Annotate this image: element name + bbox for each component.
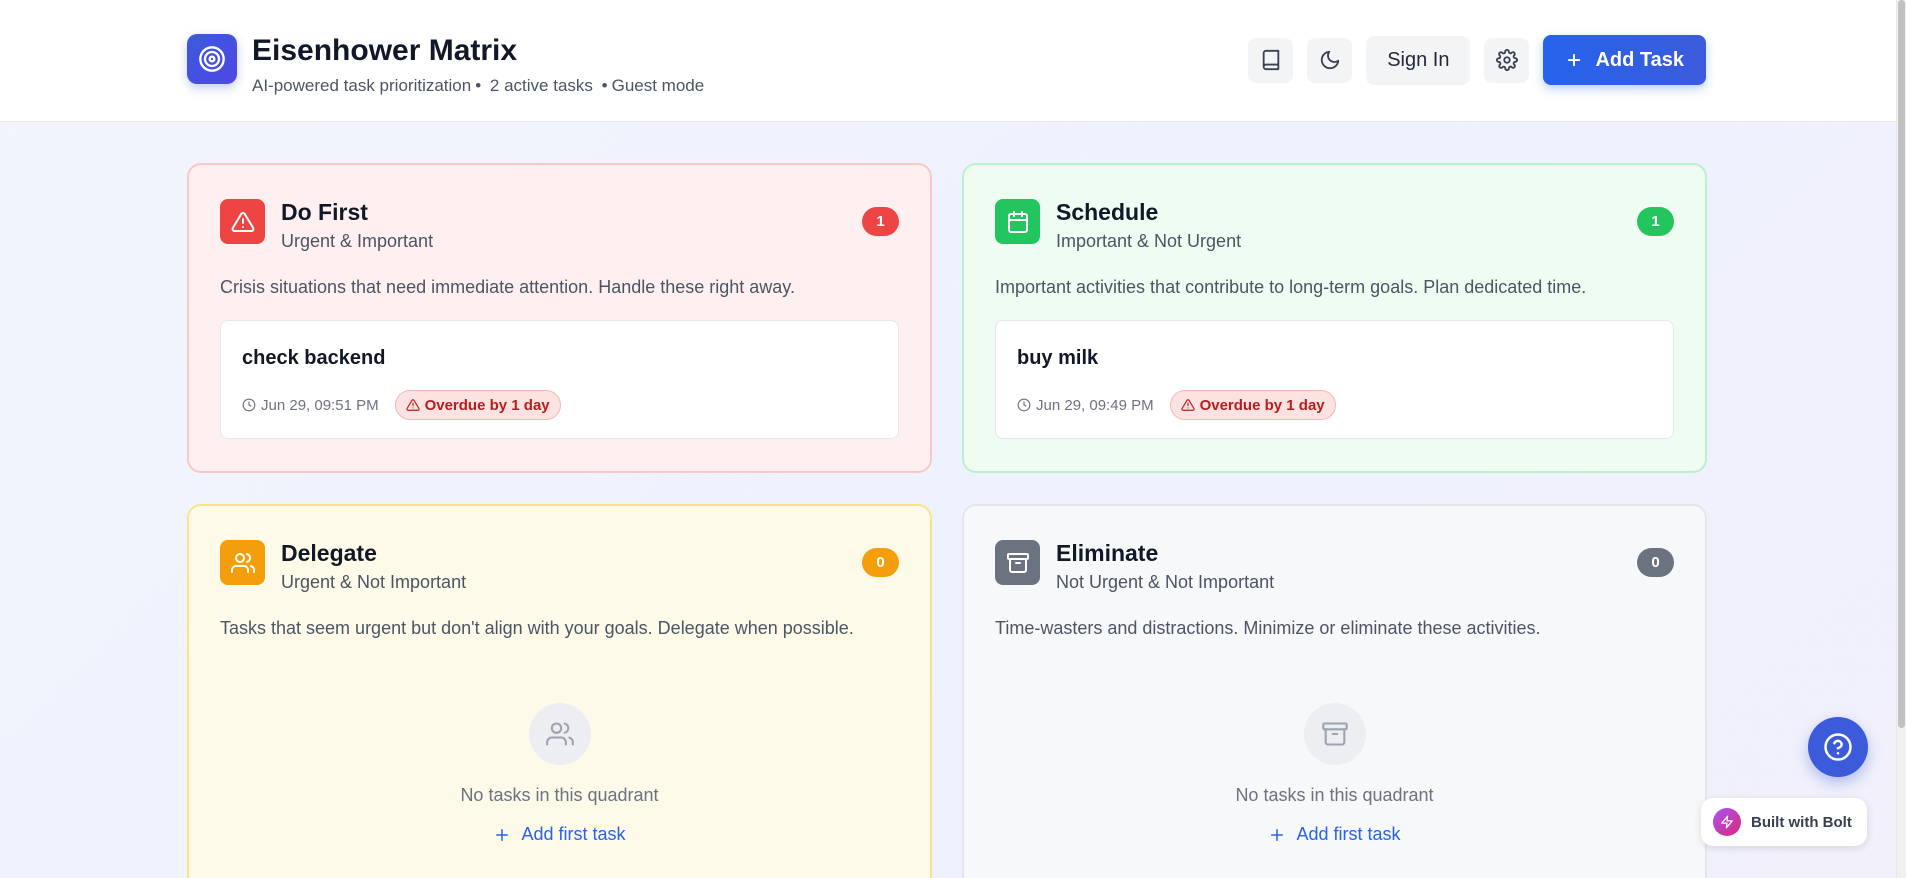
built-with-bolt-badge[interactable]: Built with Bolt: [1701, 798, 1867, 846]
page-scrollbar[interactable]: [1896, 0, 1906, 878]
add-first-task-button[interactable]: Add first task: [493, 824, 626, 845]
quadrant-eliminate: Eliminate Not Urgent & Not Important 0 T…: [962, 504, 1707, 878]
task-time-label: Jun 29, 09:49 PM: [1036, 396, 1154, 414]
moon-icon: [1320, 50, 1339, 70]
task-count-badge: 1: [1637, 207, 1674, 236]
quadrant-description: Time-wasters and distractions. Minimize …: [995, 618, 1541, 638]
clock-icon: [242, 398, 256, 412]
task-title: check backend: [242, 347, 386, 369]
overdue-label: Overdue by 1 day: [1199, 396, 1325, 414]
help-circle-icon: [1824, 733, 1852, 761]
quadrant-schedule: Schedule Important & Not Urgent 1 Import…: [962, 163, 1707, 473]
header-actions: Sign In Add Task: [1248, 35, 1706, 85]
empty-state: No tasks in this quadrant Add first task: [220, 703, 899, 849]
overdue-badge: Overdue by 1 day: [1169, 390, 1336, 420]
sign-in-button[interactable]: Sign In: [1366, 35, 1471, 85]
plus-icon: [1271, 828, 1284, 841]
task-title: buy milk: [1017, 347, 1099, 369]
add-first-task-button[interactable]: Add first task: [1268, 824, 1401, 845]
book-icon: [1262, 49, 1279, 71]
users-icon: [528, 703, 591, 765]
app-title: Eisenhower Matrix: [252, 34, 518, 67]
empty-state: No tasks in this quadrant Add first task: [995, 703, 1674, 849]
add-first-task-label: Add first task: [1296, 824, 1401, 844]
quadrant-title: Do First: [281, 199, 368, 225]
settings-button[interactable]: [1484, 37, 1530, 83]
quadrant-title: Delegate: [281, 540, 377, 566]
archive-icon: [995, 540, 1040, 585]
empty-state-text: No tasks in this quadrant: [460, 785, 659, 805]
quadrant-title: Eliminate: [1056, 540, 1159, 566]
add-first-task-label: Add first task: [521, 824, 626, 844]
brand: Eisenhower Matrix AI-powered task priori…: [187, 34, 708, 96]
add-task-button[interactable]: Add Task: [1543, 35, 1706, 85]
plus-icon: [1568, 53, 1581, 67]
archive-icon: [1303, 703, 1366, 765]
task-count-badge: 1: [862, 207, 899, 236]
lightning-icon: [1713, 808, 1741, 836]
help-button[interactable]: [1808, 717, 1868, 777]
subtitle-separator: •: [601, 76, 608, 95]
warning-triangle-icon: [405, 399, 420, 411]
quadrant-delegate: Delegate Urgent & Not Important 0 Tasks …: [187, 504, 932, 878]
clock-icon: [1017, 398, 1031, 412]
app-header: Eisenhower Matrix AI-powered task priori…: [0, 0, 1896, 122]
quadrant-description: Important activities that contribute to …: [995, 277, 1587, 297]
guide-button[interactable]: [1248, 37, 1294, 83]
calendar-icon: [995, 199, 1040, 244]
add-task-label: Add Task: [1595, 48, 1684, 71]
quadrant-description: Crisis situations that need immediate at…: [220, 277, 795, 297]
dark-mode-toggle[interactable]: [1307, 37, 1353, 83]
app-subtitle: AI-powered task prioritization • 2 active…: [252, 76, 708, 96]
quadrant-subtitle: Urgent & Not Important: [281, 572, 467, 592]
gear-icon: [1495, 49, 1518, 71]
task-time-label: Jun 29, 09:51 PM: [261, 396, 379, 414]
quadrant-subtitle: Not Urgent & Not Important: [1056, 572, 1275, 592]
target-icon: [187, 34, 237, 84]
users-icon: [220, 540, 265, 585]
guest-mode-label: Guest mode: [611, 76, 705, 95]
active-task-count: 2 active tasks: [489, 76, 593, 95]
subtitle-tagline: AI-powered task prioritization: [252, 76, 472, 95]
task-count-badge: 0: [1637, 548, 1674, 577]
overdue-label: Overdue by 1 day: [424, 396, 550, 414]
task-card[interactable]: buy milk Jun 29, 09:49 PM Overdue by 1 d…: [995, 320, 1674, 439]
plus-icon: [496, 828, 509, 841]
built-with-bolt-label: Built with Bolt: [1751, 813, 1852, 831]
quadrant-subtitle: Important & Not Urgent: [1056, 231, 1242, 251]
warning-triangle-icon: [220, 199, 265, 244]
quadrant-description: Tasks that seem urgent but don't align w…: [220, 618, 854, 638]
empty-state-text: No tasks in this quadrant: [1235, 785, 1434, 805]
quadrant-title: Schedule: [1056, 199, 1159, 225]
overdue-badge: Overdue by 1 day: [394, 390, 561, 420]
task-time: Jun 29, 09:49 PM: [1017, 397, 1154, 414]
quadrant-subtitle: Urgent & Important: [281, 231, 434, 251]
warning-triangle-icon: [1180, 399, 1195, 411]
task-card[interactable]: check backend Jun 29, 09:51 PM Overdue b…: [220, 320, 899, 439]
task-count-badge: 0: [862, 548, 899, 577]
subtitle-separator: •: [475, 76, 482, 95]
scrollbar-thumb[interactable]: [1898, 0, 1905, 728]
quadrant-do-first: Do First Urgent & Important 1 Crisis sit…: [187, 163, 932, 473]
task-time: Jun 29, 09:51 PM: [242, 397, 379, 414]
